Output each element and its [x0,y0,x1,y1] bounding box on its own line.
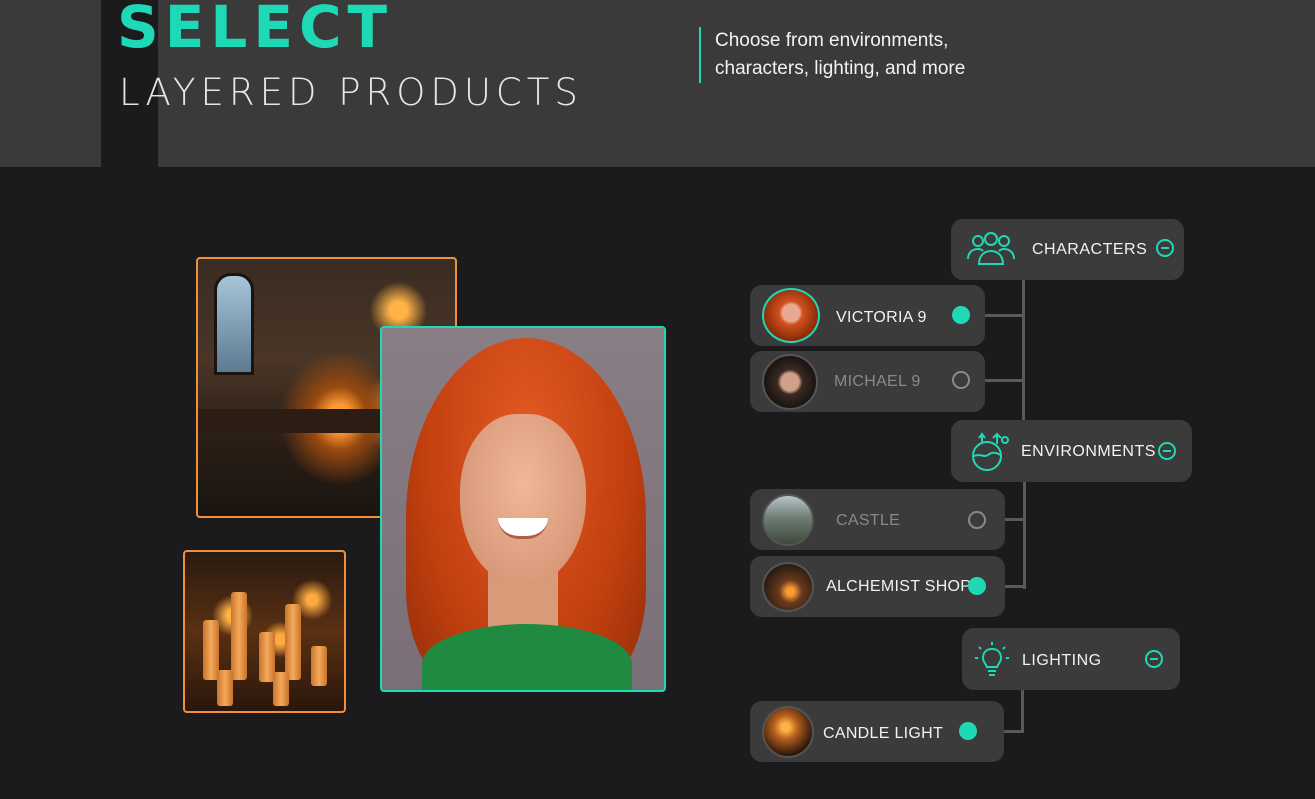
tagline-line-2: characters, lighting, and more [715,58,966,79]
item-label: VICTORIA 9 [836,309,927,326]
category-characters[interactable]: CHARACTERS [951,219,1184,280]
lightbulb-icon [975,642,1009,676]
collapse-icon[interactable] [1145,650,1163,668]
candle-shape [217,670,233,706]
castle-avatar [762,494,814,546]
collapse-icon[interactable] [1158,442,1176,460]
tree-connector [1021,690,1024,733]
item-alchemist-shop[interactable]: ALCHEMIST SHOP [750,556,1005,617]
category-label: LIGHTING [1022,652,1102,669]
alchemist-shop-avatar [762,562,814,612]
selected-indicator-icon[interactable] [968,577,986,595]
item-castle[interactable]: CASTLE [750,489,1005,550]
tree-connector [1004,518,1026,521]
tree-connector [1022,279,1025,421]
face-shape [460,414,586,586]
category-lighting[interactable]: LIGHTING [962,628,1180,690]
item-victoria-9[interactable]: VICTORIA 9 [750,285,985,346]
item-michael-9[interactable]: MICHAEL 9 [750,351,985,412]
category-label: ENVIRONMENTS [1021,443,1156,460]
item-label: CASTLE [836,512,901,529]
tree-connector [1004,585,1026,588]
selected-indicator-icon[interactable] [952,306,970,324]
category-label: CHARACTERS [1032,241,1148,258]
collapse-icon[interactable] [1156,239,1174,257]
unselected-indicator-icon[interactable] [952,371,970,389]
unselected-indicator-icon[interactable] [968,511,986,529]
item-label: MICHAEL 9 [834,373,921,390]
candle-shape [273,672,289,706]
candle-shape [311,646,327,686]
selected-indicator-icon[interactable] [959,722,977,740]
victoria-avatar [762,288,820,343]
tree-connector [984,314,1024,317]
page-subtitle: LAYERED PRODUCTS [119,71,583,114]
item-candle-light[interactable]: CANDLE LIGHT [750,701,1004,762]
candle-shape [285,604,301,680]
table-shape [198,409,398,433]
category-environments[interactable]: ENVIRONMENTS [951,420,1192,482]
arched-window-shape [214,273,254,375]
page-title: SELECT [117,0,394,61]
candle-light-avatar [762,706,814,758]
tree-connector [1023,481,1026,589]
group-icon [967,232,1015,265]
michael-avatar [762,354,818,410]
tagline-line-1: Choose from environments, [715,30,949,51]
tagline: Choose from environments, characters, li… [699,27,1015,83]
tree-connector [984,379,1024,382]
landscape-icon [972,432,1009,471]
victoria-9-preview-image [380,326,666,692]
item-label: ALCHEMIST SHOP [826,578,972,595]
tree-connector [1003,730,1024,733]
item-label: CANDLE LIGHT [823,725,944,742]
candle-light-preview-image [183,550,346,713]
candle-shape [231,592,247,680]
